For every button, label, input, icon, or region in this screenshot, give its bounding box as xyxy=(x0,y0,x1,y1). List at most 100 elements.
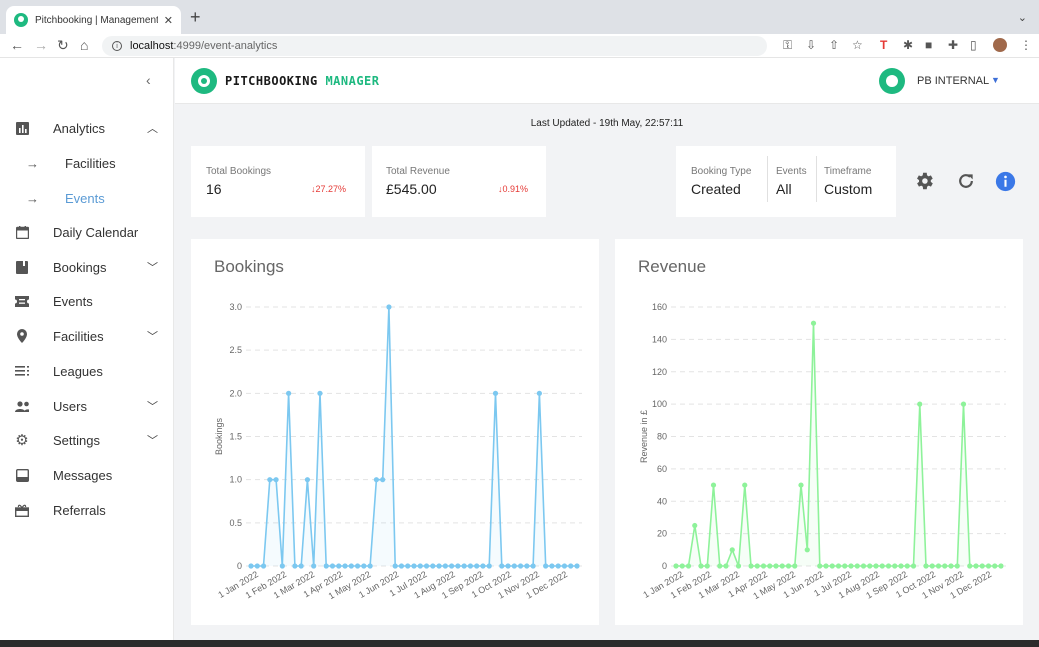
sidebar: ‹ Analytics ︿ → Facilities → Events Dail… xyxy=(0,58,174,640)
extension-bug-icon[interactable]: ✱ xyxy=(903,38,913,52)
star-icon[interactable]: ☆ xyxy=(852,38,863,52)
data-point xyxy=(317,390,323,396)
revenue-chart-card: Revenue 0 20 40 60 80 100 120 140 160 Revenue in … xyxy=(615,239,1023,625)
data-point xyxy=(442,563,448,569)
install-icon[interactable]: ⇩ xyxy=(806,38,816,52)
browser-tab[interactable]: Pitchbooking | Management C ✕ xyxy=(6,6,181,34)
stat-value: 16 xyxy=(206,181,222,197)
sidebar-item-daily-calendar[interactable]: Daily Calendar xyxy=(0,215,174,249)
sidebar-item-messages[interactable]: Messages xyxy=(0,458,174,492)
sidebar-item-leagues[interactable]: Leagues xyxy=(0,354,174,388)
y-tick-label: 1.5 xyxy=(229,432,242,442)
data-point xyxy=(692,522,698,529)
sidebar-item-label: Referrals xyxy=(53,502,106,518)
data-point xyxy=(779,563,785,569)
filter-value: All xyxy=(776,181,792,197)
brand-name-part2: MANAGER xyxy=(325,74,380,88)
forward-arrow-icon[interactable]: → xyxy=(34,37,48,53)
data-point xyxy=(798,482,804,488)
sidebar-item-settings[interactable]: ⚙ Settings ﹀ xyxy=(0,423,174,457)
data-point xyxy=(511,563,517,569)
key-icon[interactable]: ⚿ xyxy=(783,38,792,52)
filter-label: Timeframe xyxy=(824,166,872,177)
address-bar[interactable]: i localhost:4999/event-analytics xyxy=(102,36,767,56)
data-point xyxy=(817,563,823,569)
data-point xyxy=(885,563,892,569)
y-tick-label: 1.0 xyxy=(229,475,242,485)
brand-name[interactable]: PITCHBOOKING MANAGER xyxy=(225,74,380,88)
data-point xyxy=(486,563,492,569)
revenue-chart: 020406080100120140160Revenue in £1 Jan 2… xyxy=(639,302,1006,601)
back-arrow-icon[interactable]: ← xyxy=(10,37,24,53)
sidebar-item-events[interactable]: Events xyxy=(0,284,174,318)
account-name[interactable]: PB INTERNAL xyxy=(917,75,989,87)
bookings-chart: 00.51.01.52.02.53.0Bookings1 Jan 20221 F… xyxy=(214,302,582,601)
data-point xyxy=(248,563,254,569)
caret-down-icon[interactable]: ▼ xyxy=(991,75,1000,85)
data-point xyxy=(561,563,568,569)
account-logo-icon[interactable] xyxy=(879,68,905,94)
filters-card: Booking Type Created Events All Timefram… xyxy=(676,146,896,217)
data-point xyxy=(898,563,904,569)
data-point xyxy=(892,563,898,569)
stat-change: ↓27.27% xyxy=(311,184,347,194)
url-host: localhost xyxy=(130,40,174,52)
total-bookings-card: Total Bookings 16 ↓27.27% xyxy=(191,146,365,217)
profile-avatar[interactable] xyxy=(993,38,1007,52)
data-point xyxy=(524,563,530,569)
data-point xyxy=(329,563,336,569)
data-point xyxy=(923,563,929,569)
data-point xyxy=(436,563,442,569)
data-point xyxy=(254,563,260,569)
data-point xyxy=(568,563,574,569)
sidebar-item-users[interactable]: Users ﹀ xyxy=(0,389,174,423)
pitchbooking-favicon-icon xyxy=(14,13,28,27)
sidebar-subitem-events[interactable]: → Events xyxy=(0,181,174,215)
new-tab-icon[interactable]: + xyxy=(190,8,201,26)
data-point xyxy=(480,563,486,569)
divider xyxy=(767,156,768,202)
side-panel-icon[interactable]: ▯ xyxy=(970,38,977,52)
reload-icon[interactable]: ↻ xyxy=(57,37,69,53)
data-point xyxy=(842,563,848,569)
stat-value: £545.00 xyxy=(386,181,437,197)
y-axis-label: Bookings xyxy=(214,417,224,455)
close-icon[interactable]: ✕ xyxy=(164,14,173,27)
data-point xyxy=(942,563,948,569)
data-point xyxy=(810,320,817,326)
data-point xyxy=(430,563,436,569)
data-point xyxy=(979,563,985,569)
y-tick-label: 60 xyxy=(657,464,667,474)
data-point xyxy=(767,563,773,569)
sidebar-item-bookings[interactable]: Bookings ﹀ xyxy=(0,250,174,284)
site-info-icon[interactable]: i xyxy=(112,41,122,51)
sidebar-item-facilities[interactable]: Facilities ﹀ xyxy=(0,319,174,353)
data-point xyxy=(549,563,555,569)
data-point xyxy=(792,563,798,569)
data-point xyxy=(935,563,942,569)
kebab-menu-icon[interactable]: ⋮ xyxy=(1020,38,1032,52)
extension-tp-icon[interactable]: T xyxy=(880,38,887,52)
sidebar-item-referrals[interactable]: Referrals xyxy=(0,493,174,527)
collapse-chevron-icon[interactable]: ‹ xyxy=(146,72,151,88)
data-point xyxy=(292,563,298,569)
info-icon[interactable] xyxy=(995,171,1016,197)
puzzle-icon[interactable]: ✚ xyxy=(948,38,958,52)
pitchbooking-logo-icon[interactable] xyxy=(191,68,217,94)
sidebar-item-analytics[interactable]: Analytics ︿ xyxy=(0,111,174,145)
chevron-down-icon[interactable]: ⌄ xyxy=(1018,11,1027,24)
extension-square-icon[interactable]: ■ xyxy=(925,38,932,52)
chevron-down-icon: ﹀ xyxy=(147,435,158,447)
share-icon[interactable]: ⇧ xyxy=(829,38,839,52)
refresh-icon[interactable] xyxy=(956,171,976,196)
arrow-right-icon: → xyxy=(26,155,39,171)
data-point xyxy=(461,563,467,569)
data-point xyxy=(342,563,348,569)
home-icon[interactable]: ⌂ xyxy=(80,37,88,53)
data-point xyxy=(423,563,430,569)
data-point xyxy=(760,563,767,569)
data-point xyxy=(867,563,873,569)
series-area xyxy=(676,323,1001,566)
sidebar-subitem-facilities[interactable]: → Facilities xyxy=(0,146,174,180)
settings-gear-icon[interactable] xyxy=(913,170,935,197)
